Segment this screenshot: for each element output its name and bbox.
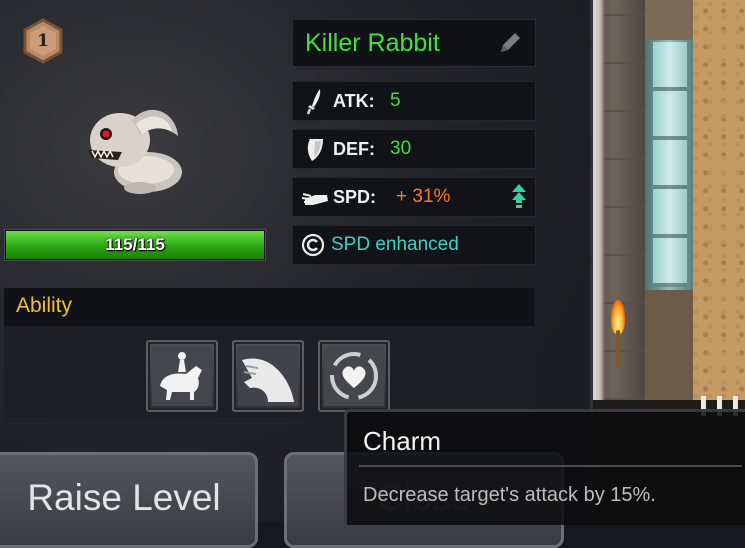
ability-button-ride[interactable] [146,340,218,412]
hp-bar: 115/115 [4,229,266,261]
double-arrow-up-icon [512,184,526,208]
hp-text: 115/115 [105,235,165,254]
horse-rider-icon [152,346,212,406]
ability-button-dash[interactable] [232,340,304,412]
spd-value: + 31% [396,186,451,207]
stone-block [645,290,693,400]
heart-charm-icon [324,346,384,406]
stat-atk: ATK: 5 [292,81,536,121]
shield-icon [307,139,323,161]
swirl-icon [301,233,325,257]
rabbit-portrait [80,90,190,200]
ability-tooltip: Charm Decrease target's attack by 15%. [344,409,745,525]
raise-level-label: Raise Level [27,477,221,518]
glass-window [653,42,687,287]
ability-title: Ability [16,294,73,317]
winged-boot-icon [301,193,328,205]
tooltip-title: Charm [363,426,442,456]
spd-label: SPD: [333,187,377,207]
level-number: 1 [37,31,49,51]
atk-value: 5 [390,90,401,111]
stat-def: DEF: 30 [292,129,536,169]
def-label: DEF: [333,139,375,159]
creature-name-box[interactable]: Killer Rabbit [292,19,536,67]
status-effect-text: SPD enhanced [331,234,459,255]
dragon-charge-icon [238,346,298,406]
torch-icon [611,300,625,370]
def-value: 30 [390,138,412,159]
status-effect-row[interactable]: SPD enhanced [292,225,536,265]
light-strip [593,0,605,400]
sand-floor [693,0,745,400]
tooltip-divider [359,465,742,467]
ability-button-charm[interactable] [318,340,390,412]
tooltip-description: Decrease target's attack by 15%. [363,484,656,506]
atk-label: ATK: [333,91,375,111]
stat-spd: SPD: + 31% [292,177,536,217]
creature-name: Killer Rabbit [305,29,440,57]
pencil-icon[interactable] [497,30,523,56]
raise-level-button[interactable]: Raise Level [0,452,258,548]
sword-icon [306,89,321,115]
level-badge: 1 [22,18,64,64]
ability-header: Ability [4,288,534,326]
